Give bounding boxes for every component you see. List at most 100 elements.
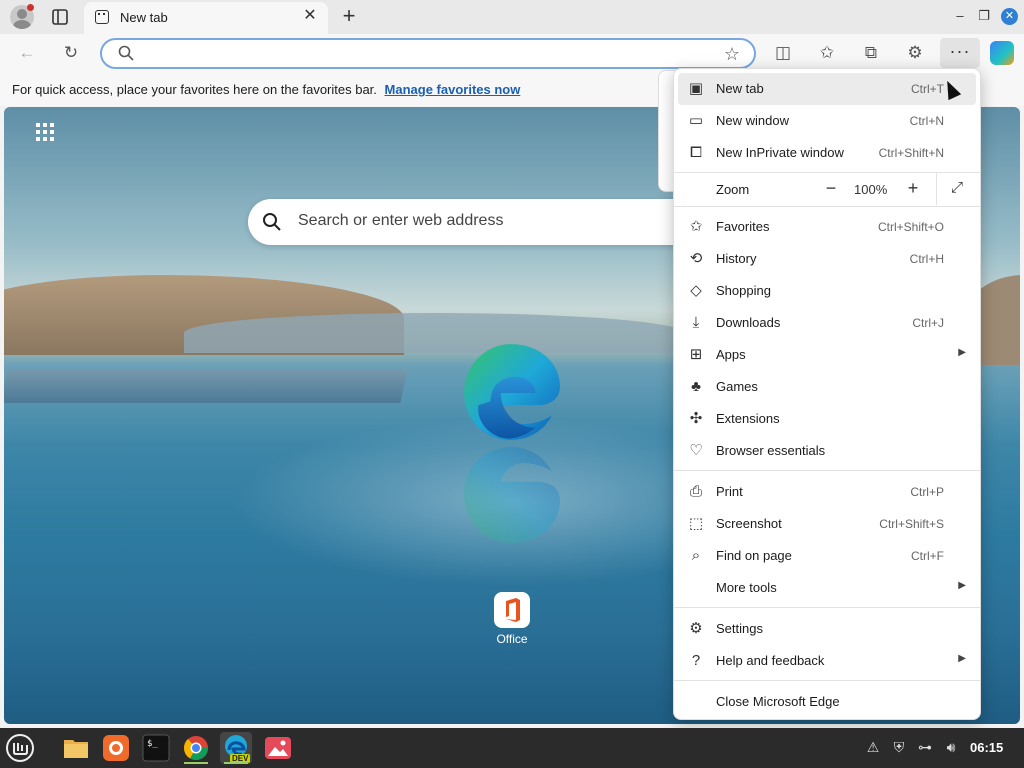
menu-item-label: New InPrivate window xyxy=(716,145,844,160)
menu-item-shortcut: Ctrl+Shift+S xyxy=(879,517,944,531)
menu-separator xyxy=(674,470,980,471)
notifications-tray-icon[interactable]: ⚠ xyxy=(864,738,882,756)
window-close-icon[interactable]: ✕ xyxy=(1001,8,1018,25)
menu-item-label: Browser essentials xyxy=(716,443,826,458)
menu-separator xyxy=(674,172,980,173)
fullscreen-icon[interactable]: ⤢ xyxy=(948,179,966,197)
print-icon: ⎙ xyxy=(689,483,702,500)
zoom-divider xyxy=(936,173,937,205)
menu-separator xyxy=(674,206,980,207)
collections-icon[interactable]: ⧉ xyxy=(858,41,884,65)
favorites-star-icon[interactable]: ✩ xyxy=(814,41,840,65)
settings-and-more-menu: ▣ New tab Ctrl+T ▭ New window Ctrl+N ⧠ N… xyxy=(673,68,981,720)
menu-item-label: Games xyxy=(716,379,758,394)
add-favorite-star-icon[interactable]: ☆ xyxy=(724,43,740,65)
office-icon xyxy=(506,598,520,622)
menu-item-label: History xyxy=(716,251,757,266)
menu-item-screenshot[interactable]: ⬚ Screenshot Ctrl+Shift+S xyxy=(674,508,980,540)
menu-item-shortcut: Ctrl+J xyxy=(912,316,944,330)
menu-item-favorites[interactable]: ✩ Favorites Ctrl+Shift+O xyxy=(674,211,980,243)
shopping-icon: ◇ xyxy=(690,282,702,299)
clock[interactable]: 06:15 xyxy=(970,740,1003,755)
find-icon: ⌕ xyxy=(691,547,701,564)
menu-item-new-inprivate-window[interactable]: ⧠ New InPrivate window Ctrl+Shift+N xyxy=(674,137,980,169)
favorites-icon: ✩ xyxy=(689,218,703,235)
extensions-toolbar-icon[interactable]: ⚙ xyxy=(902,41,928,65)
menu-item-label: Find on page xyxy=(716,548,792,563)
edge-dev-icon[interactable]: DEV xyxy=(220,732,252,764)
close-tab-icon[interactable]: ✕ xyxy=(302,8,318,24)
menu-item-shortcut: Ctrl+Shift+O xyxy=(877,220,944,234)
tab-new-tab[interactable]: New tab ✕ xyxy=(84,2,328,34)
split-screen-icon[interactable]: ◫ xyxy=(770,41,796,65)
menu-item-label: Help and feedback xyxy=(716,653,825,668)
menu-item-apps[interactable]: ⊞ Apps ▶ xyxy=(674,339,980,371)
new-window-icon: ▭ xyxy=(688,112,704,129)
terminal-icon[interactable]: $_ xyxy=(140,732,172,764)
menu-item-label: New window xyxy=(716,113,789,128)
edge-logo-reflection xyxy=(464,447,560,543)
menu-item-new-tab[interactable]: ▣ New tab Ctrl+T xyxy=(678,73,976,105)
running-indicator xyxy=(184,762,208,764)
menu-item-downloads[interactable]: ⤓ Downloads Ctrl+J xyxy=(674,307,980,339)
refresh-icon[interactable]: ↻ xyxy=(58,41,84,65)
menu-item-history[interactable]: ⟲ History Ctrl+H xyxy=(674,243,980,275)
zoom-out-button[interactable]: − xyxy=(822,177,840,199)
address-bar[interactable]: ☆ xyxy=(100,38,756,69)
office-quick-link[interactable] xyxy=(494,592,530,628)
menu-item-help-and-feedback[interactable]: ? Help and feedback ▶ xyxy=(674,645,980,677)
image-viewer-icon[interactable] xyxy=(262,732,294,764)
start-menu-icon[interactable] xyxy=(4,732,36,764)
favorites-bar-message: For quick access, place your favorites h… xyxy=(12,82,377,97)
search-icon xyxy=(118,45,134,61)
extensions-icon: ✣ xyxy=(689,410,703,427)
manage-favorites-link[interactable]: Manage favorites now xyxy=(385,82,521,97)
restore-icon[interactable]: ❐ xyxy=(976,8,992,24)
svg-text:$_: $_ xyxy=(147,739,158,749)
menu-item-new-window[interactable]: ▭ New window Ctrl+N xyxy=(674,105,980,137)
copilot-icon[interactable] xyxy=(990,41,1014,65)
menu-item-label: Apps xyxy=(716,347,746,362)
network-tray-icon[interactable]: ⊶ xyxy=(916,738,934,756)
submenu-arrow-icon: ▶ xyxy=(958,347,966,358)
downloads-icon: ⤓ xyxy=(692,314,700,331)
menu-item-print[interactable]: ⎙ Print Ctrl+P xyxy=(674,476,980,508)
menu-item-label: Close Microsoft Edge xyxy=(716,694,840,709)
new-tab-button[interactable]: + xyxy=(338,4,360,28)
settings-and-more-button[interactable]: ··· xyxy=(940,38,980,68)
shield-tray-icon[interactable]: ⛨ xyxy=(890,738,908,756)
menu-item-shortcut: Ctrl+Shift+N xyxy=(878,146,944,160)
menu-item-shortcut: Ctrl+T xyxy=(911,82,944,96)
back-icon[interactable]: ← xyxy=(14,41,40,65)
menu-item-browser-essentials[interactable]: ♡ Browser essentials xyxy=(674,435,980,467)
notification-dot xyxy=(27,4,34,11)
menu-item-shortcut: Ctrl+P xyxy=(910,485,944,499)
file-manager-icon[interactable] xyxy=(60,732,92,764)
menu-item-games[interactable]: ♣ Games xyxy=(674,371,980,403)
tab-title: New tab xyxy=(120,10,168,25)
menu-item-shopping[interactable]: ◇ Shopping xyxy=(674,275,980,307)
menu-item-settings[interactable]: ⚙ Settings xyxy=(674,613,980,645)
inprivate-icon: ⧠ xyxy=(689,144,702,161)
edge-logo-icon xyxy=(464,344,560,440)
firefox-icon[interactable] xyxy=(100,732,132,764)
chrome-icon[interactable] xyxy=(180,732,212,764)
app-launcher-icon[interactable] xyxy=(36,123,56,143)
menu-item-label: Shopping xyxy=(716,283,771,298)
minimize-icon[interactable]: – xyxy=(952,8,968,24)
menu-item-close-edge[interactable]: Close Microsoft Edge xyxy=(674,686,980,718)
menu-item-label: Print xyxy=(716,484,743,499)
menu-item-find-on-page[interactable]: ⌕ Find on page Ctrl+F xyxy=(674,540,980,572)
tab-actions-icon[interactable] xyxy=(48,6,72,28)
menu-item-label: Extensions xyxy=(716,411,780,426)
zoom-in-button[interactable]: + xyxy=(904,177,922,199)
volume-tray-icon[interactable]: 🔊︎ xyxy=(942,738,960,756)
new-tab-icon: ▣ xyxy=(688,80,704,97)
toolbar: ← ↻ ☆ ◫ ✩ ⧉ ⚙ ··· xyxy=(0,34,1024,72)
menu-item-extensions[interactable]: ✣ Extensions xyxy=(674,403,980,435)
menu-item-label: Favorites xyxy=(716,219,770,234)
menu-item-more-tools[interactable]: More tools ▶ xyxy=(674,572,980,604)
zoom-label: Zoom xyxy=(716,182,750,197)
submenu-arrow-icon: ▶ xyxy=(958,653,966,664)
running-indicator xyxy=(224,762,248,764)
